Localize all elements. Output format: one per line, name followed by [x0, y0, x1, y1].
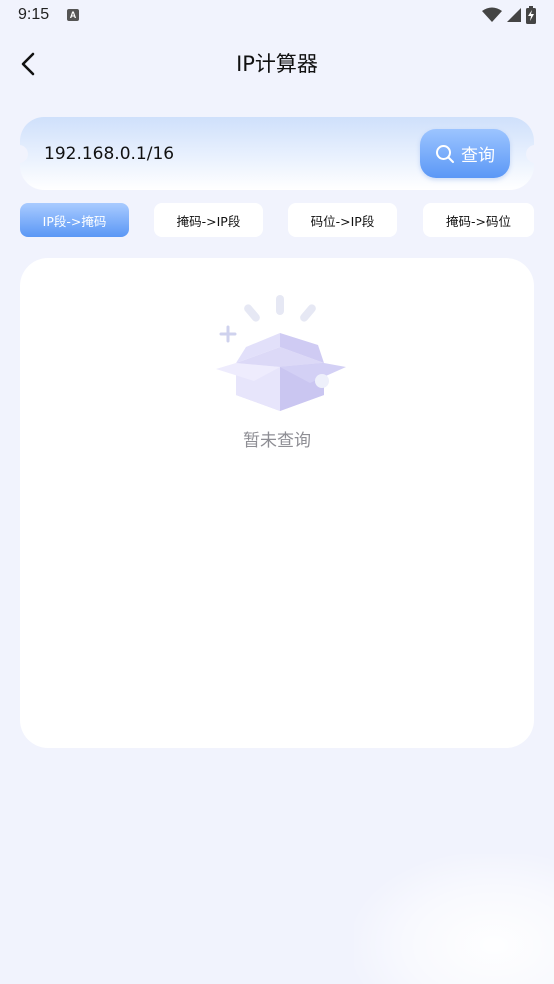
- ip-input[interactable]: [44, 141, 404, 167]
- empty-state-text: 暂未查询: [243, 431, 311, 451]
- query-button-label: 查询: [461, 146, 495, 166]
- wifi-icon: [482, 7, 502, 22]
- page-title: IP计算器: [236, 52, 318, 76]
- tab-ip-to-mask[interactable]: IP段->掩码: [20, 203, 129, 237]
- corner-glow: [354, 854, 554, 984]
- card-notch-right: [526, 145, 534, 163]
- search-card: 查询: [20, 117, 534, 190]
- status-time: 9:15: [18, 6, 50, 23]
- tab-label: IP段->掩码: [42, 213, 107, 229]
- tab-bits-to-ip[interactable]: 码位->IP段: [288, 203, 397, 237]
- cellular-signal-icon: [507, 8, 521, 22]
- notification-app-icon: A: [67, 9, 79, 21]
- search-icon: [436, 144, 454, 163]
- tab-mask-to-ip[interactable]: 掩码->IP段: [154, 203, 263, 237]
- status-icons: [482, 6, 536, 24]
- query-button[interactable]: 查询: [420, 129, 510, 178]
- tab-label: 掩码->码位: [446, 213, 511, 229]
- mode-tabs: IP段->掩码 掩码->IP段 码位->IP段 掩码->码位: [20, 203, 534, 238]
- empty-box-icon: [216, 295, 346, 411]
- battery-charging-icon: [526, 6, 536, 24]
- status-bar: 9:15 A: [0, 0, 554, 32]
- tab-label: 掩码->IP段: [176, 213, 241, 229]
- tab-label: 码位->IP段: [310, 213, 375, 229]
- tab-mask-to-bits[interactable]: 掩码->码位: [423, 203, 534, 237]
- result-card: 暂未查询: [20, 258, 534, 748]
- card-notch-left: [20, 145, 28, 163]
